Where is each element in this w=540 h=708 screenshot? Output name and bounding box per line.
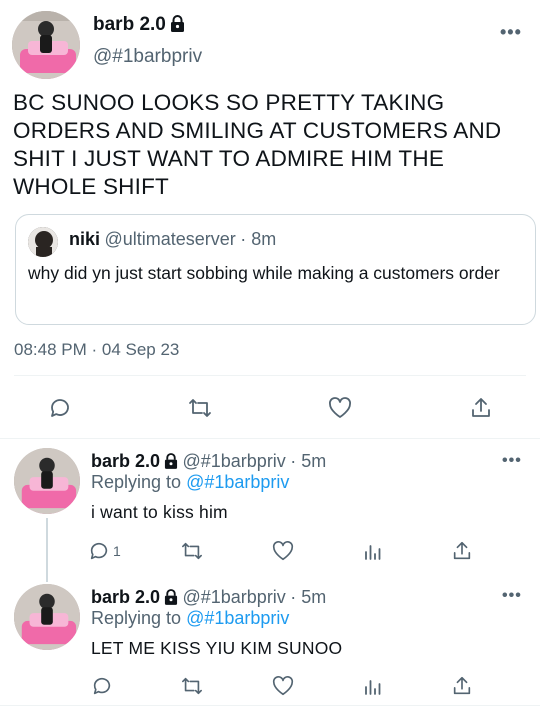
replying-to-link[interactable]: @#1barbpriv xyxy=(186,472,289,492)
reply-icon xyxy=(51,399,69,417)
replying-to: Replying to @#1barbpriv xyxy=(91,608,289,629)
reply-button[interactable] xyxy=(44,392,76,424)
replying-to-label: Replying to xyxy=(91,608,182,628)
lock-icon xyxy=(170,15,185,37)
retweet-icon xyxy=(189,399,211,417)
reply-avatar[interactable] xyxy=(14,448,80,514)
more-options-icon[interactable]: ••• xyxy=(500,22,522,43)
retweet-icon xyxy=(182,542,202,560)
retweet-button[interactable] xyxy=(178,538,206,564)
quoted-author-handle: @ultimateserver xyxy=(104,229,236,249)
share-icon xyxy=(472,398,490,417)
like-button[interactable] xyxy=(324,392,356,424)
share-icon xyxy=(453,676,471,695)
analytics-icon xyxy=(365,680,381,695)
divider xyxy=(0,705,540,706)
reply-avatar[interactable] xyxy=(14,584,80,650)
share-button[interactable] xyxy=(448,538,476,564)
avatar-image-icon xyxy=(14,584,80,650)
retweet-icon xyxy=(182,677,202,695)
divider xyxy=(14,375,526,376)
reply-author-handle[interactable]: @#1barbpriv xyxy=(182,451,285,471)
analytics-icon xyxy=(365,545,381,560)
replying-to: Replying to @#1barbpriv xyxy=(91,472,289,493)
reply-icon xyxy=(90,542,108,560)
more-options-icon[interactable]: ••• xyxy=(502,587,522,605)
avatar-image-icon xyxy=(14,448,80,514)
lock-icon xyxy=(164,589,178,610)
reply-author-name[interactable]: barb 2.0 xyxy=(91,587,160,607)
reply-icon xyxy=(93,677,111,695)
share-button[interactable] xyxy=(465,392,497,424)
reply-button[interactable]: 1 xyxy=(88,538,121,564)
reply-time: · 5m xyxy=(290,587,327,607)
quoted-text: why did yn just start sobbing while maki… xyxy=(28,263,500,283)
reply-header: barb 2.0 @#1barbpriv · 5m xyxy=(91,451,326,474)
replying-to-label: Replying to xyxy=(91,472,182,492)
avatar-image-icon xyxy=(12,11,80,79)
like-icon xyxy=(329,397,351,418)
quoted-tweet[interactable]: niki @ultimateserver · 8m why did yn jus… xyxy=(15,214,536,325)
lock-icon xyxy=(164,453,178,474)
tweet-timestamp[interactable]: 08:48 PM · 04 Sep 23 xyxy=(14,340,179,360)
analytics-button[interactable] xyxy=(358,673,386,699)
more-options-icon[interactable]: ••• xyxy=(502,452,522,470)
quoted-author-name: niki xyxy=(69,229,101,249)
retweet-button[interactable] xyxy=(184,392,216,424)
like-icon xyxy=(272,676,294,696)
quoted-avatar xyxy=(28,227,58,257)
thread-line xyxy=(46,518,48,582)
author-name[interactable]: barb 2.0 xyxy=(93,14,166,35)
reply-author-handle[interactable]: @#1barbpriv xyxy=(182,587,285,607)
share-button[interactable] xyxy=(448,673,476,699)
reply-button[interactable] xyxy=(88,673,116,699)
divider xyxy=(0,438,540,439)
main-author[interactable]: barb 2.0 xyxy=(93,14,185,37)
reply-header: barb 2.0 @#1barbpriv · 5m xyxy=(91,587,326,610)
tweet-text: BC SUNOO LOOKS SO PRETTY TAKING ORDERS A… xyxy=(13,90,502,199)
reply-author-name[interactable]: barb 2.0 xyxy=(91,451,160,471)
like-button[interactable] xyxy=(269,538,297,564)
retweet-button[interactable] xyxy=(178,673,206,699)
replying-to-link[interactable]: @#1barbpriv xyxy=(186,608,289,628)
like-button[interactable] xyxy=(269,673,297,699)
reply-count: 1 xyxy=(113,543,121,559)
like-icon xyxy=(272,541,294,561)
reply-text: LET ME KISS YIU KIM SUNOO xyxy=(91,638,343,658)
reply-text: i want to kiss him xyxy=(91,502,228,522)
main-avatar[interactable] xyxy=(12,11,80,79)
analytics-button[interactable] xyxy=(358,538,386,564)
reply-time: · 5m xyxy=(290,451,327,471)
author-handle[interactable]: @#1barbpriv xyxy=(93,46,202,68)
quoted-time: · 8m xyxy=(240,229,277,249)
share-icon xyxy=(453,541,471,560)
